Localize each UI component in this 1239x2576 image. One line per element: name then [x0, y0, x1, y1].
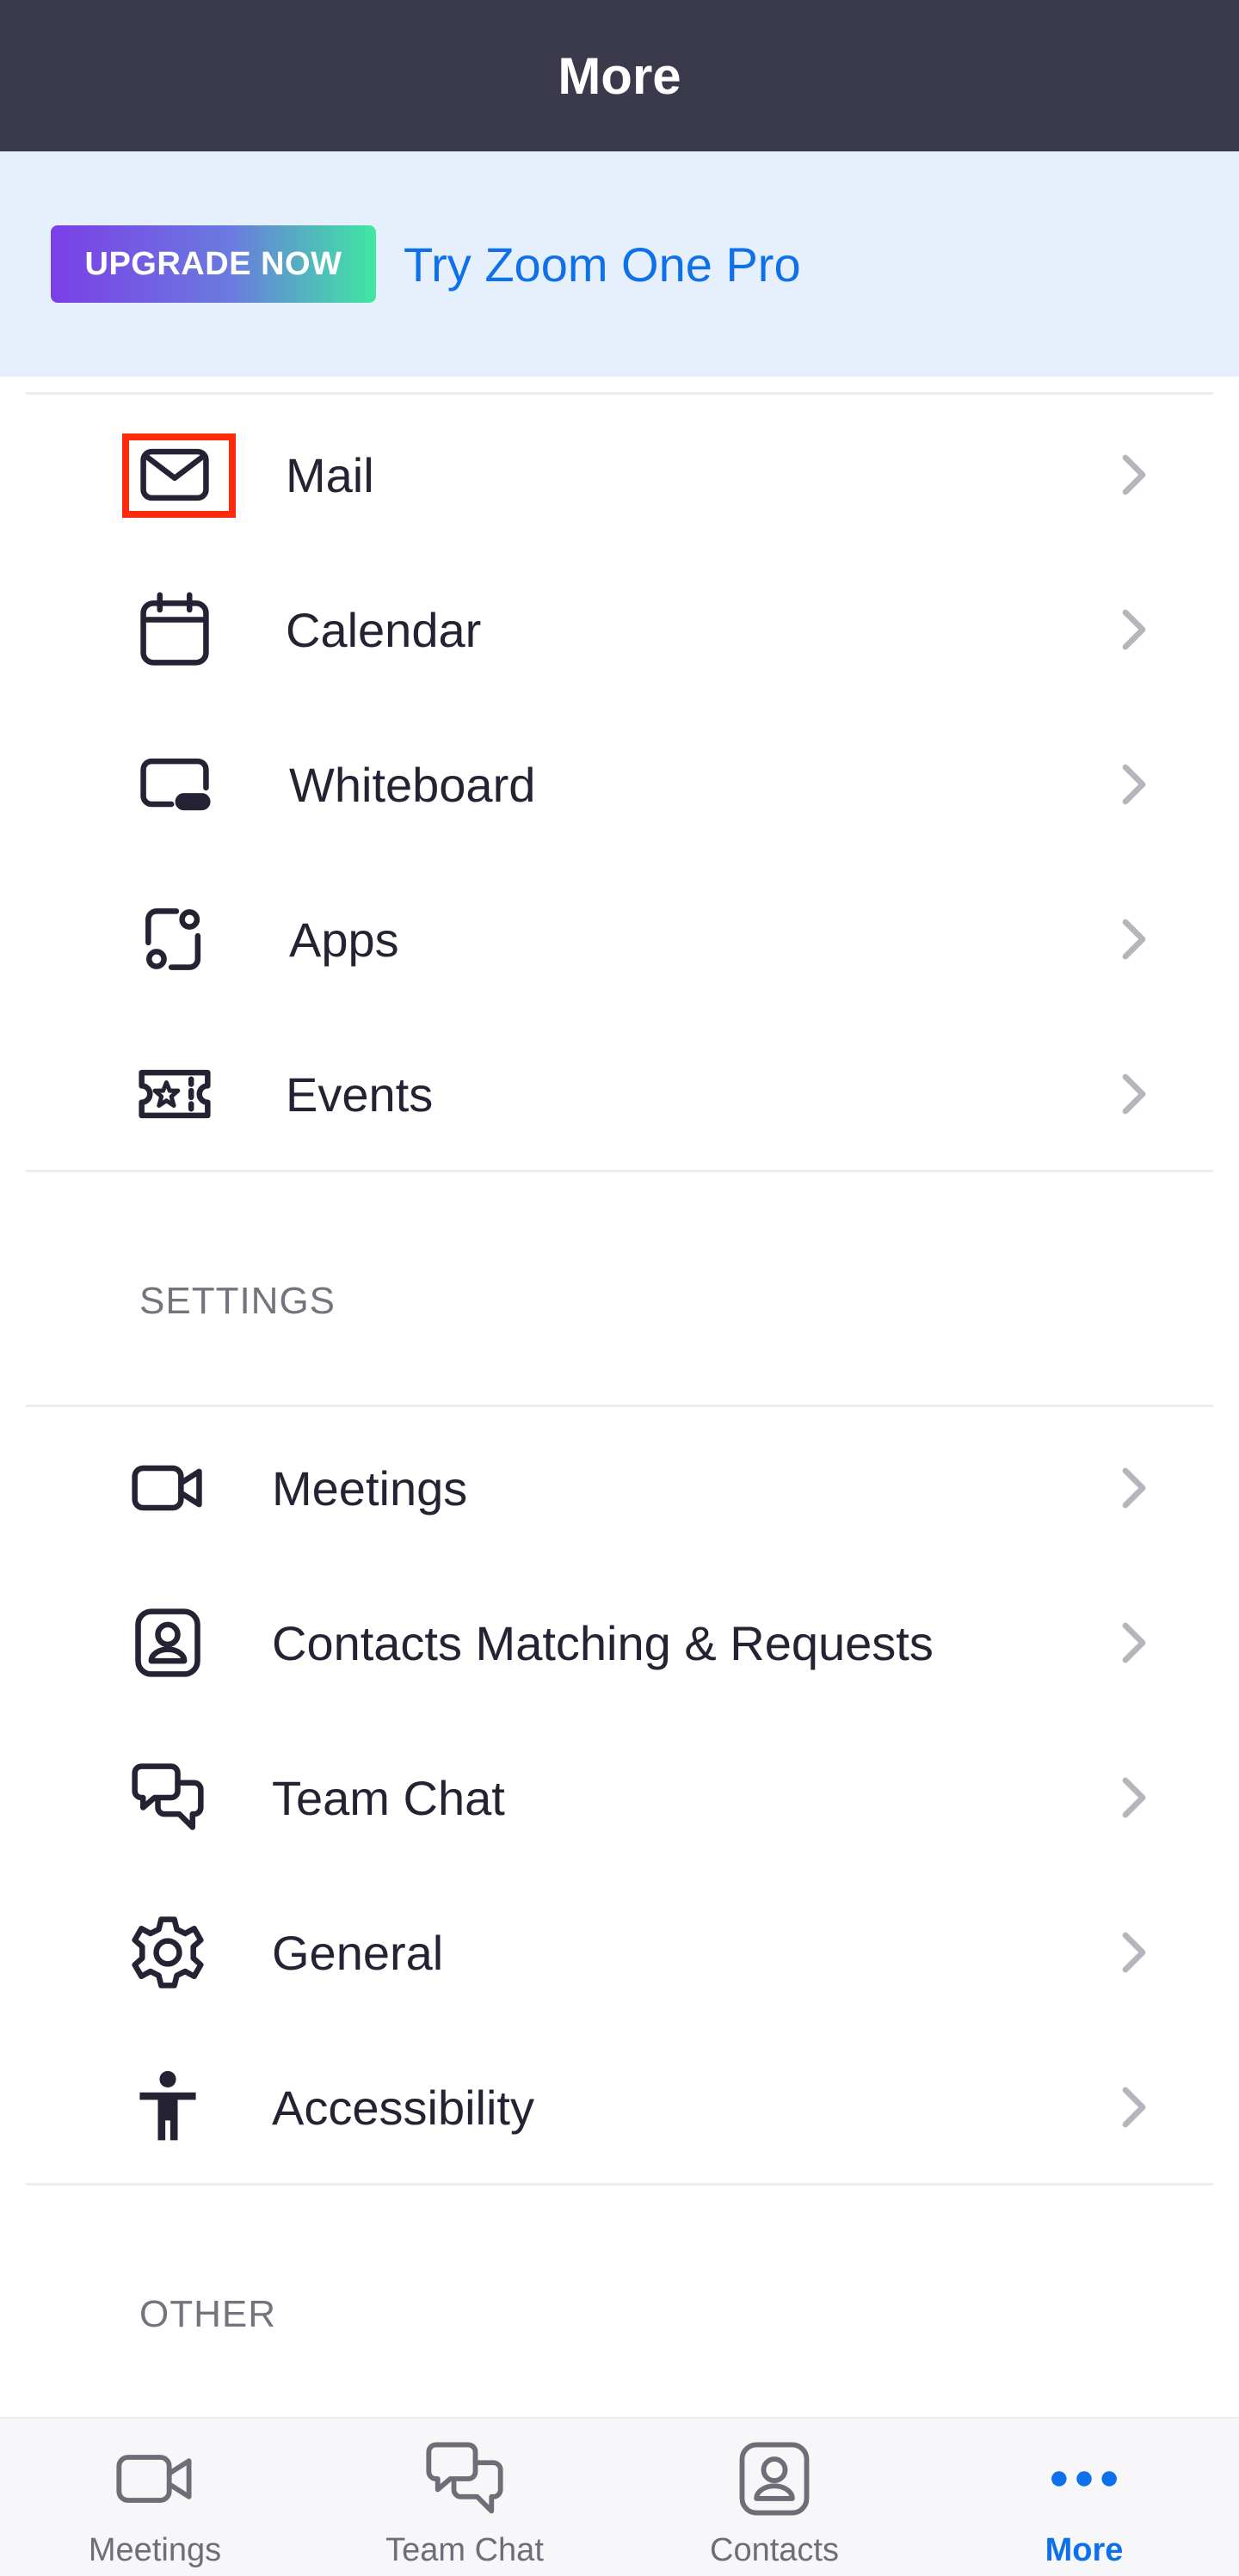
tab-label: More [1045, 2532, 1124, 2568]
contact-card-icon [731, 2436, 817, 2522]
tab-meetings[interactable]: Meetings [0, 2419, 310, 2576]
mail-icon-highlight [122, 433, 236, 518]
settings-section-heading: SETTINGS [139, 1280, 336, 1322]
gear-icon [120, 1905, 215, 2000]
chat-bubbles-icon [422, 2436, 508, 2522]
settings-item-team-chat[interactable]: Team Chat [0, 1720, 1239, 1875]
divider [26, 392, 1213, 395]
chevron-right-icon [1119, 1466, 1150, 1510]
menu-item-label: Whiteboard [289, 757, 536, 812]
settings-item-label: Team Chat [272, 1770, 505, 1825]
calendar-icon [127, 582, 222, 677]
menu-item-label: Events [286, 1067, 434, 1122]
tab-label: Team Chat [385, 2532, 544, 2568]
chevron-right-icon [1119, 1775, 1150, 1820]
chevron-right-icon [1119, 607, 1150, 652]
tab-more[interactable]: More [929, 2419, 1239, 2576]
try-zoom-one-pro-link[interactable]: Try Zoom One Pro [404, 237, 801, 292]
settings-item-meetings[interactable]: Meetings [0, 1411, 1239, 1565]
contact-card-icon [120, 1595, 215, 1690]
tab-contacts[interactable]: Contacts [620, 2419, 929, 2576]
tab-label: Contacts [710, 2532, 839, 2568]
more-dots-icon [1041, 2436, 1127, 2522]
chevron-right-icon [1119, 917, 1150, 962]
tab-label: Meetings [88, 2532, 222, 2568]
chevron-right-icon [1119, 2085, 1150, 2130]
menu-item-calendar[interactable]: Calendar [0, 552, 1239, 707]
chevron-right-icon [1119, 1072, 1150, 1116]
menu-item-events[interactable]: Events [0, 1017, 1239, 1171]
accessibility-icon [120, 2060, 215, 2155]
menu-item-label: Calendar [286, 602, 482, 657]
settings-item-label: Accessibility [272, 2080, 534, 2135]
chevron-right-icon [1119, 762, 1150, 807]
bottom-tab-bar: Meetings Team Chat Contacts More [0, 2417, 1239, 2576]
chat-bubbles-icon [120, 1750, 215, 1845]
settings-item-label: Meetings [272, 1460, 468, 1515]
menu-item-label: Mail [286, 447, 374, 502]
divider [26, 1170, 1213, 1172]
settings-item-label: General [272, 1925, 444, 1980]
settings-item-label: Contacts Matching & Requests [272, 1615, 934, 1670]
menu-item-whiteboard[interactable]: Whiteboard [0, 707, 1239, 862]
top-header: More [0, 0, 1239, 151]
settings-item-contacts-matching[interactable]: Contacts Matching & Requests [0, 1565, 1239, 1720]
divider [26, 2183, 1213, 2186]
menu-item-apps[interactable]: Apps [0, 862, 1239, 1017]
video-icon [120, 1441, 215, 1535]
events-icon [127, 1047, 222, 1141]
other-section-heading: OTHER [139, 2293, 276, 2335]
video-icon [112, 2436, 198, 2522]
upgrade-now-button[interactable]: UPGRADE NOW [51, 225, 376, 303]
settings-item-accessibility[interactable]: Accessibility [0, 2030, 1239, 2185]
whiteboard-icon [127, 737, 222, 832]
settings-item-general[interactable]: General [0, 1875, 1239, 2030]
page-title: More [558, 46, 681, 105]
chevron-right-icon [1119, 452, 1150, 497]
apps-icon [127, 892, 222, 987]
upgrade-banner: UPGRADE NOW Try Zoom One Pro [0, 151, 1239, 377]
menu-item-label: Apps [289, 912, 399, 967]
chevron-right-icon [1119, 1930, 1150, 1975]
divider [26, 1405, 1213, 1407]
tab-team-chat[interactable]: Team Chat [310, 2419, 620, 2576]
chevron-right-icon [1119, 1620, 1150, 1665]
